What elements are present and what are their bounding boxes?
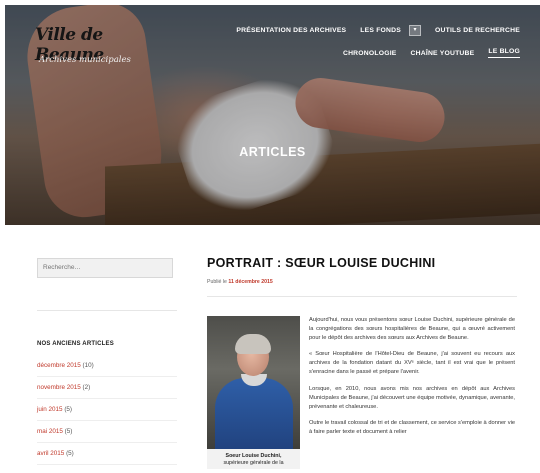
portrait-hair: [235, 334, 271, 354]
nav-outils[interactable]: OUTILS DE RECHERCHE: [435, 27, 520, 34]
paragraph: Aujourd'hui, nous vous présentons sœur L…: [309, 317, 515, 341]
caption-role: supérieure générale de la: [223, 460, 284, 467]
list-item: juin 2015 (5): [37, 399, 177, 421]
archive-count: (5): [64, 427, 73, 435]
post-divider: [207, 296, 517, 297]
archive-link[interactable]: juin 2015: [37, 406, 63, 413]
archives-title: NOS ANCIENS ARTICLES: [37, 340, 114, 347]
list-item: novembre 2015 (2): [37, 377, 177, 399]
list-item: avril 2015 (5): [37, 443, 177, 465]
figure-caption: Soeur Louise Duchini, supérieure général…: [207, 449, 300, 470]
sidebar: NOS ANCIENS ARTICLES décembre 2015 (10) …: [37, 256, 177, 465]
archive-count: (5): [66, 449, 74, 457]
archive-count: (2): [82, 383, 91, 391]
portrait-body: [215, 378, 293, 449]
meta-prefix: Publié le: [207, 279, 227, 285]
archives-list: décembre 2015 (10) novembre 2015 (2) jui…: [37, 355, 177, 465]
hero-banner: Ville de Beaune Archives municipales PRÉ…: [5, 5, 540, 225]
list-item: mai 2015 (5): [37, 421, 177, 443]
search-input[interactable]: [37, 257, 173, 278]
nav-chronologie[interactable]: CHRONOLOGIE: [343, 50, 397, 57]
post-content: PORTRAIT : SŒUR LOUISE DUCHINI Publié le…: [207, 256, 517, 470]
sidebar-divider: [37, 309, 177, 311]
archive-count: (10): [82, 361, 94, 369]
archive-link[interactable]: novembre 2015: [37, 384, 81, 391]
nav-youtube[interactable]: CHAÎNE YOUTUBE: [411, 50, 475, 57]
paragraph: « Sœur Hospitalière de l'Hôtel-Dieu de B…: [309, 351, 515, 376]
nav-presentation[interactable]: PRÉSENTATION DES ARCHIVES: [236, 27, 346, 34]
nav-les-fonds[interactable]: LES FONDS: [360, 27, 401, 34]
page-title: ARTICLES: [239, 145, 306, 159]
paragraph: Outre le travail colossal de tri et de c…: [309, 420, 515, 436]
nav-row-secondary: CHRONOLOGIE CHAÎNE YOUTUBE LE BLOG: [236, 48, 520, 58]
post-title[interactable]: PORTRAIT : SŒUR LOUISE DUCHINI: [207, 256, 517, 270]
portrait-photo[interactable]: [207, 316, 300, 449]
nav-row-primary: PRÉSENTATION DES ARCHIVES LES FONDS ▾ OU…: [236, 25, 520, 36]
post-meta: Publié le 11 décembre 2015: [207, 279, 517, 285]
list-item: décembre 2015 (10): [37, 355, 177, 377]
post-body: Aujourd'hui, nous vous présentons sœur L…: [309, 316, 515, 445]
nav-blog[interactable]: LE BLOG: [488, 48, 520, 58]
paragraph: Lorsque, en 2010, nous avons mis nos arc…: [309, 385, 515, 410]
archive-link[interactable]: mai 2015: [37, 428, 63, 435]
post-figure: Soeur Louise Duchini, supérieure général…: [207, 316, 300, 470]
archive-count: (5): [64, 405, 73, 413]
post-date[interactable]: 11 décembre 2015: [228, 279, 272, 285]
caption-name: Soeur Louise Duchini,: [225, 453, 282, 459]
logo-subtitle: Archives municipales: [39, 55, 131, 65]
archive-link[interactable]: décembre 2015: [37, 362, 81, 369]
chevron-down-icon[interactable]: ▾: [409, 25, 421, 36]
site-logo[interactable]: Ville de Beaune Archives municipales: [33, 21, 143, 69]
archive-link[interactable]: avril 2015: [37, 450, 64, 457]
main-nav: PRÉSENTATION DES ARCHIVES LES FONDS ▾ OU…: [236, 25, 520, 70]
